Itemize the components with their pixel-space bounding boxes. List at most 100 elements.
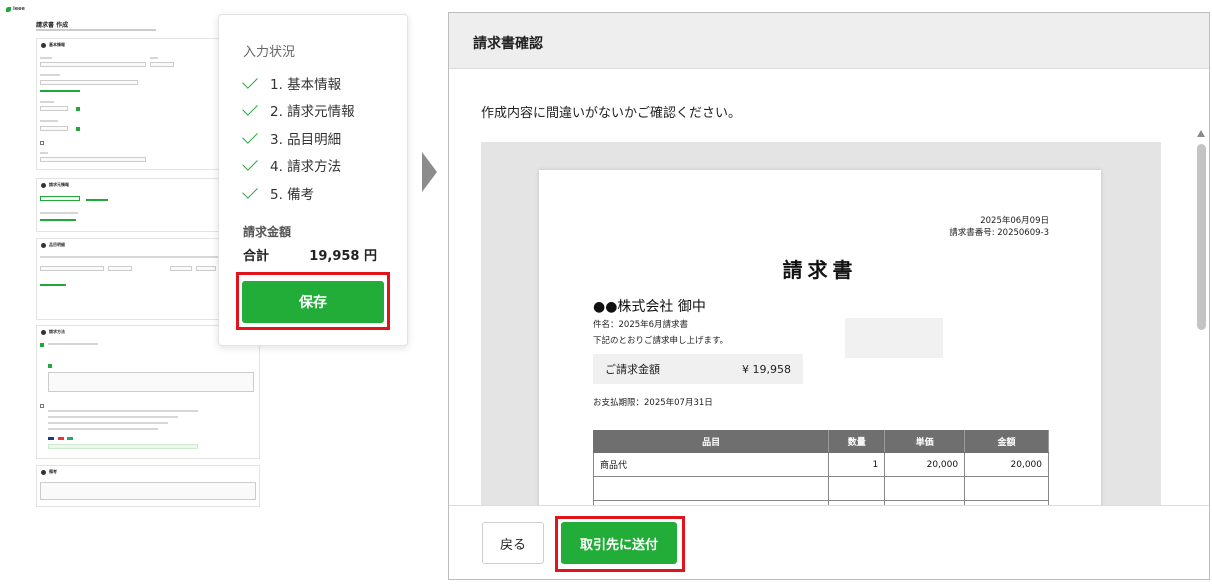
invoice-paper: 2025年06月09日 請求書番号: 20250609-3 請求書 ●●株式会社… bbox=[539, 170, 1101, 505]
check-icon bbox=[242, 100, 258, 117]
checkbox[interactable] bbox=[40, 404, 44, 408]
step-label: 1. 基本情報 bbox=[270, 76, 342, 93]
item-price-input[interactable] bbox=[170, 266, 192, 271]
field-label bbox=[40, 57, 52, 59]
tax-select[interactable] bbox=[196, 266, 216, 271]
card-info-banner bbox=[48, 444, 198, 449]
cell-amount: 20,000 bbox=[964, 452, 1049, 477]
section-title: 備考 bbox=[49, 469, 57, 474]
check-icon bbox=[242, 72, 258, 89]
checkbox-checked[interactable] bbox=[76, 107, 80, 111]
cell-amount bbox=[964, 476, 1049, 501]
section-title: 請求元情報 bbox=[49, 182, 69, 187]
info-icon bbox=[41, 42, 46, 48]
honorific-select[interactable] bbox=[150, 62, 174, 67]
step-item[interactable]: 3. 品目明細 bbox=[242, 124, 355, 152]
checkbox-checked[interactable] bbox=[48, 364, 52, 368]
table-header-row: 品目 数量 単価 金額 bbox=[592, 430, 1049, 453]
message-textarea[interactable] bbox=[48, 372, 254, 392]
cell-qty bbox=[828, 476, 886, 501]
checkbox-checked[interactable] bbox=[40, 343, 44, 347]
item-name-input[interactable] bbox=[40, 266, 104, 271]
info-icon bbox=[41, 242, 46, 248]
subject-input[interactable] bbox=[40, 157, 146, 162]
field-label bbox=[40, 120, 58, 122]
arrow-right-icon bbox=[422, 152, 437, 192]
info-icon bbox=[41, 469, 46, 475]
field-label bbox=[40, 101, 54, 103]
sender-edit-link[interactable] bbox=[86, 199, 108, 201]
leaf-icon bbox=[6, 6, 11, 12]
checkbox-checked[interactable] bbox=[76, 127, 80, 131]
card-note bbox=[48, 422, 168, 424]
payment-due: お支払期限：2025年07月31日 bbox=[593, 398, 713, 408]
section-header: 備考 bbox=[37, 466, 259, 478]
card-note bbox=[48, 416, 178, 418]
invoice-number-input[interactable] bbox=[40, 80, 138, 85]
confirm-message: 作成内容に間違いがないかご確認ください。 bbox=[481, 106, 742, 121]
billing-amount-label: ご請求金額 bbox=[605, 363, 660, 376]
step-item[interactable]: 5. 備考 bbox=[242, 179, 355, 207]
field-label bbox=[40, 74, 60, 76]
form-subtitle-line bbox=[36, 29, 156, 31]
status-title: 入力状況 bbox=[243, 45, 296, 60]
due-date-input[interactable] bbox=[40, 126, 68, 131]
total-label: 合計 bbox=[243, 249, 270, 264]
item-qty-input[interactable] bbox=[108, 266, 132, 271]
step-item[interactable]: 2. 請求元情報 bbox=[242, 97, 355, 125]
invoice-title: 請求書 bbox=[782, 258, 858, 282]
scrollbar-thumb[interactable] bbox=[1197, 144, 1206, 330]
stamp-area bbox=[845, 318, 943, 358]
card-note bbox=[48, 428, 158, 430]
info-icon bbox=[41, 329, 46, 335]
checkbox[interactable] bbox=[40, 141, 44, 145]
sender-add-link[interactable] bbox=[40, 219, 76, 221]
auto-number-link[interactable] bbox=[40, 90, 80, 92]
amount-label: 請求金額 bbox=[243, 225, 292, 239]
back-button[interactable]: 戻る bbox=[482, 522, 544, 564]
notes-textarea[interactable] bbox=[40, 482, 256, 500]
cell-price: 20,000 bbox=[884, 452, 966, 477]
add-item-link[interactable] bbox=[40, 284, 66, 286]
cell-qty: 1 bbox=[828, 452, 886, 477]
section-title: 品目明細 bbox=[49, 242, 65, 247]
modal-body[interactable]: 作成内容に間違いがないかご確認ください。 2025年06月09日 請求書番号: … bbox=[449, 70, 1209, 505]
invoice-confirm-modal: 請求書確認 作成内容に間違いがないかご確認ください。 2025年06月09日 請… bbox=[448, 12, 1210, 580]
cell-item: 商品代 bbox=[592, 452, 830, 477]
check-icon bbox=[242, 127, 258, 144]
field-label bbox=[150, 57, 158, 59]
scroll-up-icon[interactable] bbox=[1197, 130, 1205, 137]
step-list: 1. 基本情報 2. 請求元情報 3. 品目明細 4. 請求方法 5. 備考 bbox=[242, 69, 355, 207]
invoice-number: 請求書番号: 20250609-3 bbox=[949, 228, 1049, 238]
cell-item bbox=[592, 476, 830, 501]
sender-select-button[interactable] bbox=[40, 196, 80, 201]
invoice-subject: 件名：2025年6月請求書 bbox=[593, 320, 689, 330]
step-label: 3. 品目明細 bbox=[270, 131, 342, 148]
step-item[interactable]: 4. 請求方法 bbox=[242, 152, 355, 180]
items-header bbox=[40, 256, 220, 258]
info-icon bbox=[41, 182, 46, 188]
sender-note bbox=[40, 212, 78, 214]
step-item[interactable]: 1. 基本情報 bbox=[242, 69, 355, 97]
col-amount: 金額 bbox=[964, 430, 1049, 453]
invoice-note: 下記のとおりご請求申し上げます。 bbox=[593, 336, 729, 346]
table-row: 商品代 1 20,000 20,000 bbox=[592, 452, 1049, 477]
modal-title: 請求書確認 bbox=[473, 36, 543, 52]
col-price: 単価 bbox=[884, 430, 966, 453]
col-item: 品目 bbox=[592, 430, 830, 453]
invoice-preview: 2025年06月09日 請求書番号: 20250609-3 請求書 ●●株式会社… bbox=[481, 142, 1161, 505]
mastercard-icon bbox=[58, 437, 64, 440]
check-icon bbox=[242, 155, 258, 172]
save-highlight-box bbox=[236, 272, 390, 330]
issue-date-input[interactable] bbox=[40, 106, 68, 111]
client-select[interactable] bbox=[40, 62, 146, 67]
billing-amount-value: ¥ 19,958 bbox=[742, 362, 791, 376]
field-label bbox=[40, 152, 48, 154]
step-label: 4. 請求方法 bbox=[270, 159, 342, 176]
col-qty: 数量 bbox=[828, 430, 886, 453]
client-name: ●●株式会社 御中 bbox=[593, 299, 706, 315]
invoice-date: 2025年06月09日 bbox=[980, 216, 1049, 226]
section-title: 基本情報 bbox=[49, 42, 65, 47]
send-highlight-box bbox=[555, 516, 685, 572]
billing-amount-box: ご請求金額 ¥ 19,958 bbox=[593, 354, 803, 384]
